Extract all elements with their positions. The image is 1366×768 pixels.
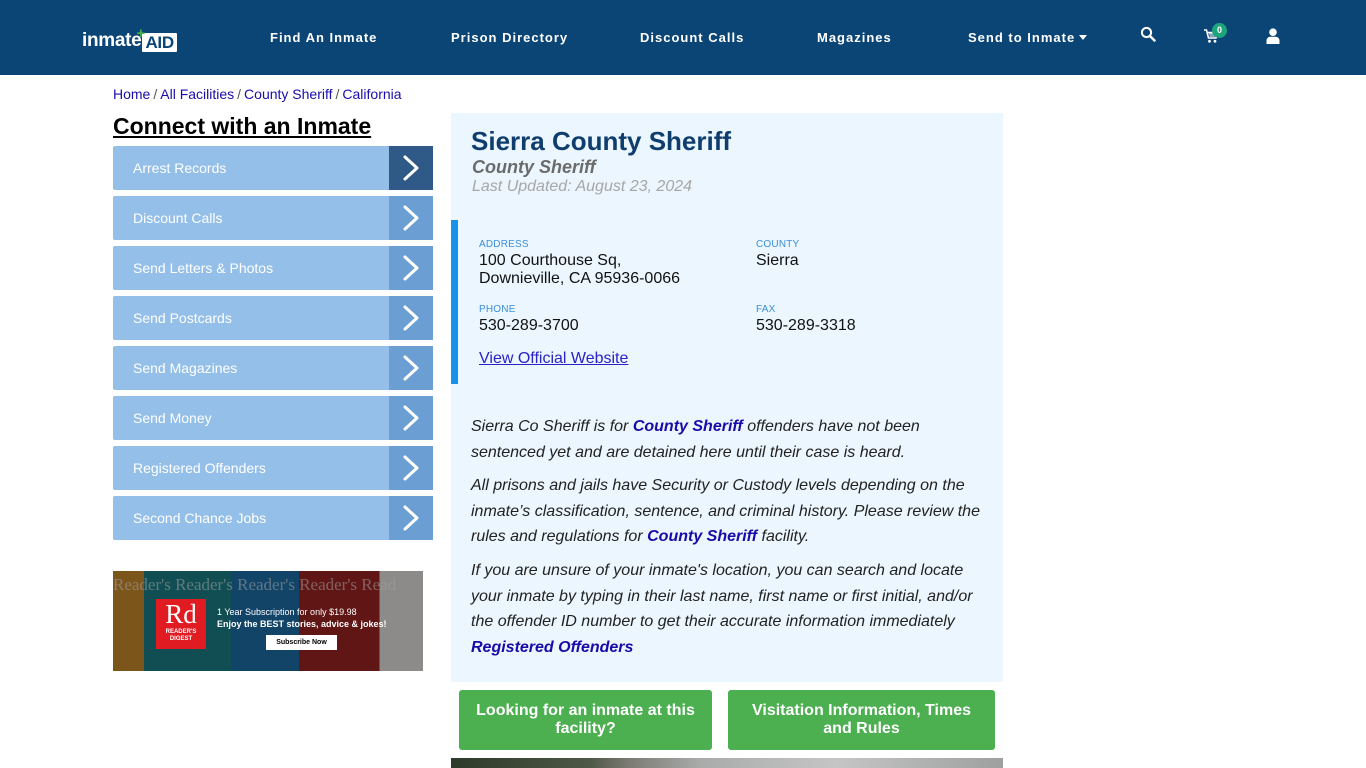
breadcrumb-separator: / — [335, 86, 340, 102]
view-official-website-link[interactable]: View Official Website — [479, 350, 628, 368]
chevron-right-icon — [389, 446, 433, 490]
nav-send-to-inmate-label: Send to Inmate — [968, 30, 1076, 45]
inmateaid-logo[interactable]: inmate + AID — [82, 25, 177, 52]
sidebar-item-label: Send Money — [133, 410, 212, 426]
sidebar-item-send-magazines[interactable]: Send Magazines — [113, 346, 433, 390]
county-sheriff-link[interactable]: County Sheriff — [647, 528, 757, 545]
sidebar-item-label: Send Letters & Photos — [133, 260, 274, 276]
registered-offenders-link[interactable]: Registered Offenders — [471, 639, 633, 656]
county-sheriff-link[interactable]: County Sheriff — [633, 418, 743, 435]
sidebar-item-send-postcards[interactable]: Send Postcards — [113, 296, 433, 340]
nav-discount-calls[interactable]: Discount Calls — [640, 30, 744, 45]
chevron-right-icon — [389, 296, 433, 340]
top-navbar: inmate + AID Find An Inmate Prison Direc… — [0, 0, 1366, 75]
sidebar-item-arrest-records[interactable]: Arrest Records — [113, 146, 433, 190]
breadcrumb-separator: / — [237, 86, 242, 102]
sidebar-item-label: Registered Offenders — [133, 460, 266, 476]
phone-label: Phone — [479, 304, 516, 315]
caret-down-icon — [1079, 35, 1088, 40]
visitation-info-button[interactable]: Visitation Information, Times and Rules — [728, 690, 995, 750]
connect-with-inmate-heading: Connect with an Inmate — [113, 113, 372, 139]
desc-text: facility. — [757, 528, 810, 545]
sidebar-item-label: Discount Calls — [133, 210, 223, 226]
breadcrumb-all-facilities[interactable]: All Facilities — [160, 86, 234, 102]
ad-logo-readers: READER'S — [165, 629, 197, 635]
cart-count-badge: 0 — [1212, 23, 1227, 38]
description-paragraph-1: Sierra Co Sheriff is for County Sheriff … — [471, 414, 991, 465]
logo-aid-label: AID — [145, 33, 174, 52]
nav-find-an-inmate[interactable]: Find An Inmate — [270, 30, 377, 45]
sidebar-item-discount-calls[interactable]: Discount Calls — [113, 196, 433, 240]
fax-value: 530-289-3318 — [756, 317, 856, 334]
address-line-1: 100 Courthouse Sq, — [479, 252, 622, 269]
sidebar-item-label: Second Chance Jobs — [133, 510, 267, 526]
readers-digest-ad-banner[interactable]: Reader's Reader's Reader's Reader's Read… — [113, 571, 423, 671]
county-label: County — [756, 239, 800, 250]
desc-text: Sierra Co Sheriff is for — [471, 418, 633, 435]
sidebar-item-label: Send Postcards — [133, 310, 232, 326]
breadcrumb-california[interactable]: California — [342, 86, 401, 102]
phone-value[interactable]: 530-289-3700 — [479, 317, 579, 335]
logo-text-aid: + AID — [136, 25, 177, 52]
chevron-right-icon — [389, 496, 433, 540]
address-line-2: Downieville, CA 95936-0066 — [479, 270, 681, 287]
description-paragraph-3: If you are unsure of your inmate's locat… — [471, 558, 991, 660]
chevron-right-icon — [389, 196, 433, 240]
desc-text: If you are unsure of your inmate's locat… — [471, 562, 973, 630]
user-icon — [1266, 28, 1280, 44]
address-label: Address — [479, 239, 529, 250]
ad-offer-text: 1 Year Subscription for only $19.98 — [217, 607, 357, 617]
sidebar-item-send-letters-photos[interactable]: Send Letters & Photos — [113, 246, 433, 290]
chevron-right-icon — [389, 396, 433, 440]
facility-contact-info: Address 100 Courthouse Sq, Downieville, … — [451, 220, 1003, 384]
sidebar-item-label: Arrest Records — [133, 160, 227, 176]
description-paragraph-2: All prisons and jails have Security or C… — [471, 473, 991, 550]
facility-name: Sierra County Sheriff — [471, 126, 732, 156]
chevron-right-icon — [389, 146, 433, 190]
breadcrumb: Home / All Facilities / County Sheriff / Calif… — [113, 86, 402, 102]
nav-prison-directory[interactable]: Prison Directory — [451, 30, 568, 45]
nav-magazines[interactable]: Magazines — [817, 30, 892, 45]
facility-panel: Sierra County Sheriff County Sheriff Las… — [451, 113, 1003, 682]
ad-subscribe-button[interactable]: Subscribe Now — [266, 635, 337, 650]
sidebar-item-registered-offenders[interactable]: Registered Offenders — [113, 446, 433, 490]
fax-label: Fax — [756, 304, 776, 315]
facility-type: County Sheriff — [472, 157, 596, 177]
chevron-right-icon — [389, 246, 433, 290]
sidebar-item-send-money[interactable]: Send Money — [113, 396, 433, 440]
connect-menu: Arrest Records Discount Calls Send Lette… — [113, 146, 433, 546]
logo-text-inmate: inmate — [82, 30, 142, 51]
search-icon — [1140, 26, 1156, 42]
breadcrumb-county-sheriff[interactable]: County Sheriff — [244, 86, 332, 102]
nav-send-to-inmate[interactable]: Send to Inmate — [968, 30, 1088, 45]
readers-digest-logo: Rd READER'S DIGEST — [156, 599, 206, 649]
last-updated: Last Updated: August 23, 2024 — [472, 178, 693, 195]
facility-photo — [451, 758, 1003, 768]
logo-plus-icon: + — [136, 25, 145, 42]
ad-tagline: Enjoy the BEST stories, advice & jokes! — [217, 619, 387, 629]
breadcrumb-separator: / — [153, 86, 158, 102]
find-inmate-at-facility-button[interactable]: Looking for an inmate at this facility? — [459, 690, 712, 750]
breadcrumb-home[interactable]: Home — [113, 86, 150, 102]
ad-logo-digest: DIGEST — [169, 636, 193, 642]
search-button[interactable] — [1140, 26, 1160, 46]
chevron-right-icon — [389, 346, 433, 390]
account-button[interactable] — [1266, 28, 1286, 48]
county-value: Sierra — [756, 252, 799, 269]
sidebar-item-label: Send Magazines — [133, 360, 238, 376]
sidebar-item-second-chance-jobs[interactable]: Second Chance Jobs — [113, 496, 433, 540]
ad-logo-rd: Rd — [165, 599, 197, 629]
